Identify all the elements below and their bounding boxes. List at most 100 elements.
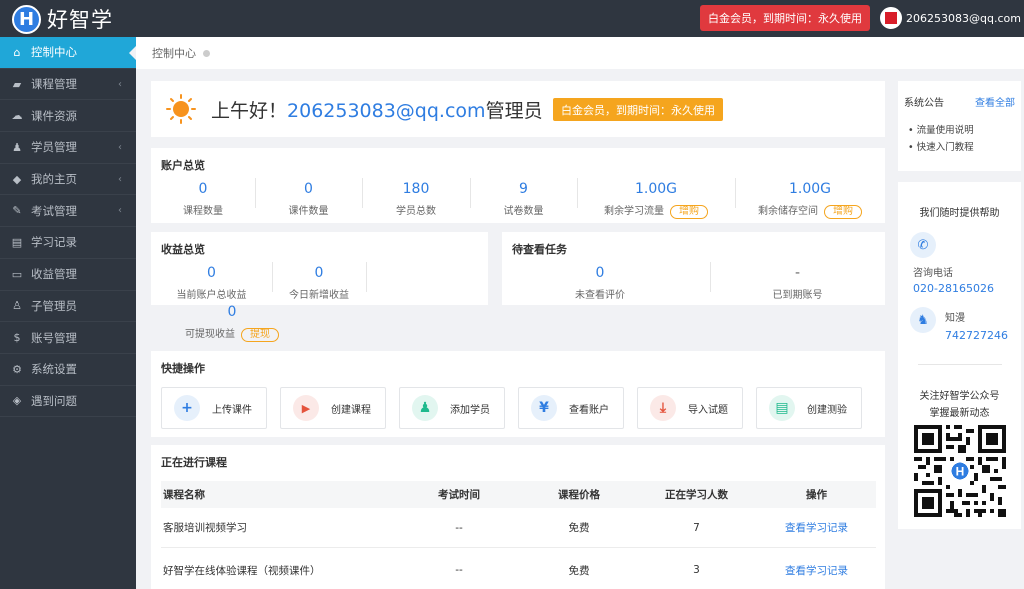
breadcrumb-dot-icon (203, 49, 210, 57)
notice-item[interactable]: • 快速入门教程 (908, 139, 974, 153)
view-account-button[interactable]: ¥ 查看账户 (518, 387, 624, 429)
table-header: 课程名称 考试时间 课程价格 正在学习人数 操作 (161, 481, 876, 508)
credit-card-icon: ▭ (11, 267, 23, 281)
buy-more-traffic-button[interactable]: 增购 (670, 205, 708, 219)
quick-action-label: 添加学员 (450, 404, 490, 416)
stat-value: 0 (227, 304, 237, 320)
quick-action-label: 创建课程 (331, 404, 371, 416)
stat-withdrawable-income: 0 可提现收益 提现 (151, 304, 313, 342)
sidebar-item-sub-admins[interactable]: ♙ 子管理员 (0, 291, 136, 323)
stat-label: 可提现收益 提现 (151, 325, 313, 342)
account-overview-title: 账户总览 (161, 159, 205, 172)
dollar-icon: $ (13, 331, 21, 345)
stat-today-income: 0 今日新增收益 (272, 265, 366, 301)
import-questions-button[interactable]: ⤓ 导入试题 (637, 387, 743, 429)
table-row: 客服培训视频学习 -- 免费 7 查看学习记录 (161, 508, 876, 548)
account-overview-card: 账户总览 0 课程数量 0 课件数量 180 学员总数 9 试卷数量 1.00G… (151, 148, 885, 223)
help-title: 我们随时提供帮助 (919, 208, 1000, 219)
stat-value: 9 (519, 181, 528, 197)
stat-label: 剩余学习流量 增购 (577, 202, 735, 219)
breadcrumb-current[interactable]: 控制中心 (152, 45, 196, 61)
qr-logo-text: H (956, 464, 965, 478)
stat-courseware-count: 0 课件数量 (255, 181, 362, 217)
phone-number[interactable]: 020-28165026 (913, 282, 994, 295)
user-icon: ♙ (12, 299, 22, 313)
sidebar-item-students[interactable]: ♟ 学员管理 ‹ (0, 132, 136, 164)
stat-value: 0 (207, 265, 216, 281)
view-learning-records-link[interactable]: 查看学习记录 (785, 563, 848, 578)
course-name: 客服培训视频学习 (163, 522, 247, 534)
column-header: 考试时间 (438, 489, 480, 501)
action-cell: 查看学习记录 (759, 550, 874, 589)
sidebar-item-exams[interactable]: ✎ 考试管理 ‹ (0, 195, 136, 228)
course-name: 好智学在线体验课程（视频课件） (163, 564, 321, 577)
chevron-left-icon: ‹ (118, 205, 122, 217)
sidebar: ⌂ 控制中心 ▰ 课程管理 ‹ ☁ 课件资源 ♟ 学员管理 ‹ ◆ 我的主页 ‹… (0, 37, 137, 589)
stat-value: 0 (595, 265, 605, 281)
notice-item[interactable]: • 流量使用说明 (908, 122, 974, 136)
system-notice-card: 系统公告 查看全部 • 流量使用说明 • 快速入门教程 (898, 81, 1021, 171)
ongoing-courses-card: 正在进行课程 课程名称 考试时间 课程价格 正在学习人数 操作 客服培训视频学习… (151, 445, 885, 589)
learner-count: 3 (693, 564, 700, 576)
withdraw-button[interactable]: 提现 (241, 328, 279, 342)
download-icon: ⤓ (650, 395, 676, 421)
chevron-left-icon: ‹ (118, 173, 122, 185)
view-learning-records-link[interactable]: 查看学习记录 (785, 520, 848, 535)
plus-icon: + (174, 395, 200, 421)
stat-label-text: 可提现收益 (185, 329, 235, 340)
quick-action-label: 上传课件 (212, 404, 252, 416)
greeting-prefix: 上午好！ (211, 100, 288, 122)
table-row: 好智学在线体验课程（视频课件） -- 免费 3 查看学习记录 (161, 550, 876, 589)
phone-icon: ✆ (910, 232, 936, 258)
brand-logo[interactable]: H 好智学 (12, 4, 113, 34)
sidebar-item-control-center[interactable]: ⌂ 控制中心 (0, 37, 137, 69)
quick-action-label: 查看账户 (569, 404, 609, 416)
sidebar-item-label: 子管理员 (31, 298, 77, 313)
upload-courseware-button[interactable]: + 上传课件 (161, 387, 267, 429)
stat-label: 未查看评价 (575, 290, 625, 301)
chevron-left-icon: ‹ (118, 141, 122, 153)
top-bar: H 好智学 白金会员，到期时间：永久使用 206253083@qq.com ⌄ (0, 0, 1024, 37)
column-header: 课程价格 (558, 489, 600, 501)
create-course-button[interactable]: ▶ 创建课程 (280, 387, 386, 429)
sidebar-item-my-homepage[interactable]: ◆ 我的主页 ‹ (0, 164, 136, 196)
sidebar-item-courseware[interactable]: ☁ 课件资源 (0, 100, 136, 133)
quick-actions-title: 快捷操作 (161, 362, 205, 375)
sidebar-item-label: 课程管理 (31, 77, 77, 92)
sidebar-item-help[interactable]: ◈ 遇到问题 (0, 386, 136, 418)
sidebar-item-settings[interactable]: ⚙ 系统设置 (0, 354, 136, 386)
notice-item-text: 快速入门教程 (916, 142, 974, 153)
sidebar-item-label: 学员管理 (31, 140, 77, 155)
action-cell: 查看学习记录 (759, 508, 874, 547)
qq-number[interactable]: 742727246 (945, 329, 1008, 342)
column-header: 课程名称 (163, 489, 205, 501)
stat-label: 剩余储存空间 增购 (735, 202, 885, 219)
pending-tasks-title: 待查看任务 (512, 243, 567, 256)
view-all-notices-link[interactable]: 查看全部 (975, 94, 1015, 109)
learner-count: 7 (693, 521, 700, 534)
greeting-card: 上午好！206253083@qq.com管理员 白金会员，到期时间：永久使用 (151, 81, 885, 137)
divider (366, 262, 367, 292)
sidebar-item-account[interactable]: $ 账号管理 (0, 322, 136, 354)
vip-status-button[interactable]: 白金会员，到期时间：永久使用 (700, 5, 870, 31)
gear-icon: ⚙ (12, 362, 22, 376)
sidebar-item-income[interactable]: ▭ 收益管理 (0, 259, 136, 291)
book-icon: ▰ (12, 77, 22, 91)
add-student-button[interactable]: ♟ 添加学员 (399, 387, 505, 429)
stat-label: 今日新增收益 (289, 290, 349, 301)
stat-exam-paper-count: 9 试卷数量 (470, 181, 577, 217)
sidebar-item-label: 系统设置 (31, 362, 77, 377)
stat-total-income: 0 当前账户总收益 (151, 265, 272, 301)
sun-icon (166, 94, 196, 124)
sidebar-item-course-management[interactable]: ▰ 课程管理 ‹ (0, 69, 136, 101)
stat-value: 0 (304, 181, 313, 197)
graduation-cap-icon: ◆ (12, 172, 22, 186)
user-menu[interactable]: 206253083@qq.com ⌄ (880, 7, 1024, 29)
qq-icon: ♞ (910, 307, 936, 333)
sidebar-item-learning-records[interactable]: ▤ 学习记录 (0, 227, 136, 259)
create-quiz-button[interactable]: ▤ 创建测验 (756, 387, 862, 429)
notebook-icon: ▤ (11, 235, 23, 249)
sidebar-item-label: 收益管理 (31, 267, 77, 282)
buy-more-storage-button[interactable]: 增购 (824, 205, 862, 219)
tag-icon: ◈ (12, 394, 22, 408)
